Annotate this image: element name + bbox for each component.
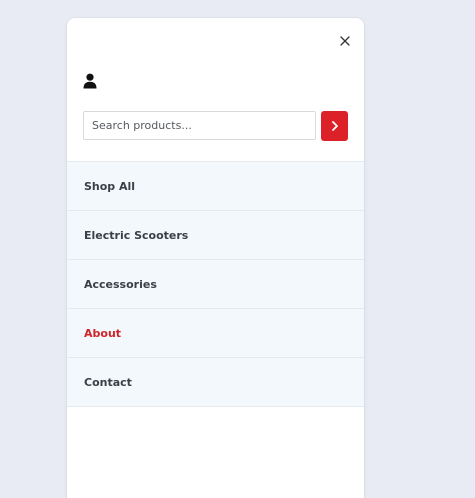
mobile-nav-menu: Shop All Electric Scooters Accessories A… bbox=[67, 161, 364, 407]
menu-item-electric-scooters[interactable]: Electric Scooters bbox=[67, 211, 364, 260]
menu-item-about[interactable]: About bbox=[67, 309, 364, 358]
search-form bbox=[83, 111, 348, 142]
close-button[interactable] bbox=[336, 32, 354, 50]
chevron-right-icon bbox=[331, 121, 338, 131]
mobile-menu-drawer: Shop All Electric Scooters Accessories A… bbox=[67, 18, 364, 498]
menu-item-shop-all[interactable]: Shop All bbox=[67, 162, 364, 211]
menu-item-accessories[interactable]: Accessories bbox=[67, 260, 364, 309]
close-icon bbox=[340, 36, 350, 46]
search-submit-button[interactable] bbox=[321, 111, 348, 141]
account-button[interactable] bbox=[83, 73, 99, 89]
search-input[interactable] bbox=[83, 111, 316, 140]
menu-item-contact[interactable]: Contact bbox=[67, 358, 364, 407]
user-icon bbox=[83, 73, 97, 89]
